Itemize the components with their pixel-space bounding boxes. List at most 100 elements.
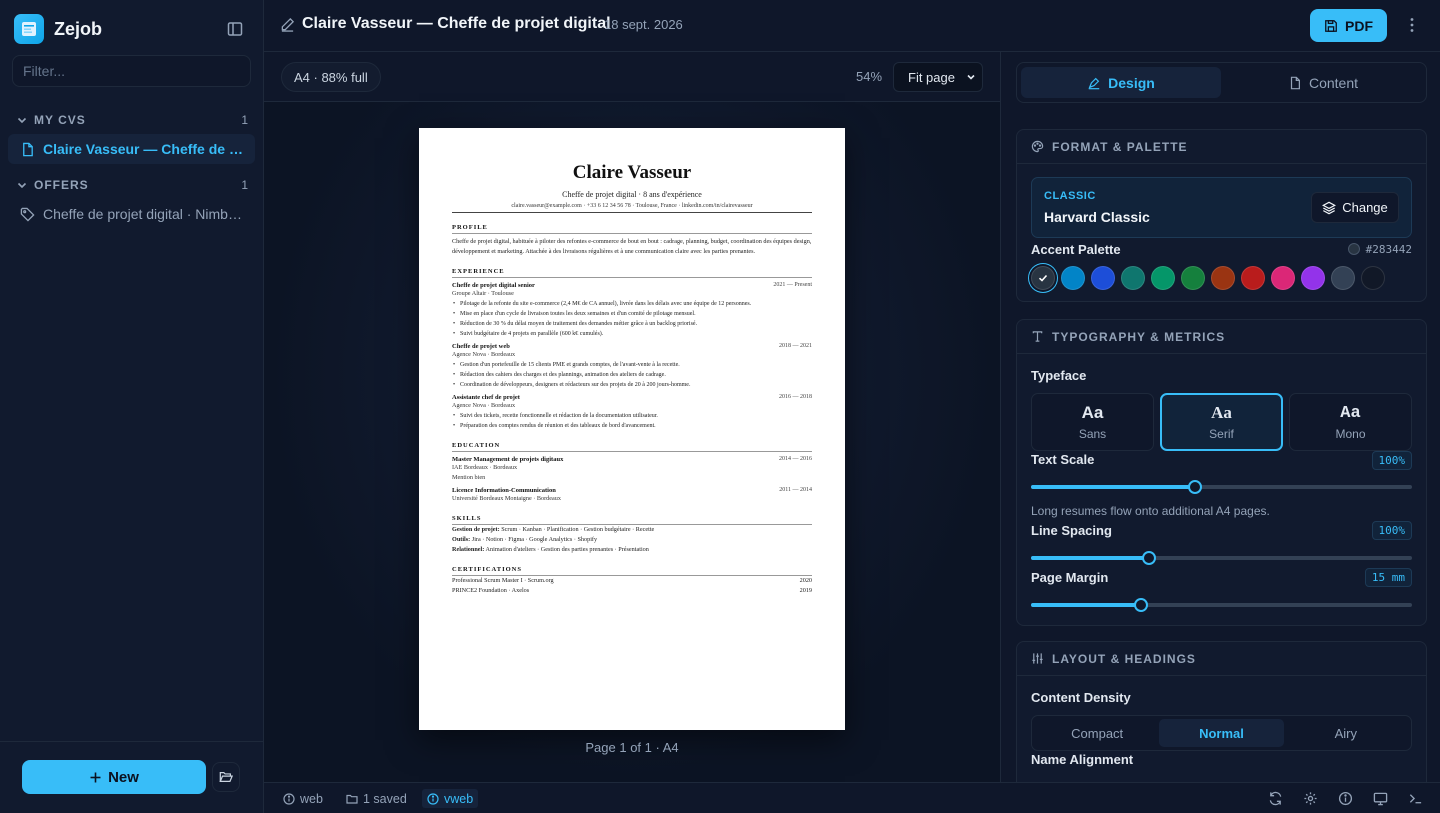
status-item-web[interactable]: web [278,789,328,808]
palette-pen-icon [1088,77,1100,89]
text-scale-slider[interactable] [1031,480,1412,494]
line-spacing-slider[interactable] [1031,551,1412,565]
save-icon [1325,19,1337,32]
card-header: FORMAT & PALETTE [1017,130,1426,164]
card-header: TYPOGRAPHY & METRICS [1017,320,1426,354]
document-title[interactable]: Claire Vasseur — Cheffe de projet digita… [302,15,611,33]
content-density-control: Compact Normal Airy [1031,715,1412,751]
typeface-option-serif[interactable]: Aa Serif [1160,393,1283,451]
section-my-cvs[interactable]: MY CVS 1 [16,110,248,130]
brand[interactable]: Zejob [14,14,102,44]
accent-swatch[interactable] [1031,266,1055,290]
slider-fill [1031,603,1142,607]
slider-fill [1031,556,1150,560]
accent-hex[interactable]: #283442 [1347,240,1412,258]
cv-job-org: Agence Nova · Bordeaux [452,402,516,409]
cv-job-header: Cheffe de projet web 2018 — 2021 [452,343,812,350]
new-cv-button[interactable]: New [22,760,206,794]
open-folder-button[interactable] [212,762,240,792]
status-label: 1 saved [363,791,407,806]
typeface-options: Aa Sans Aa Serif Aa Mono [1031,393,1412,451]
typeface-option-mono[interactable]: Aa Mono [1289,393,1412,451]
accent-swatch[interactable] [1061,266,1085,290]
typeface-name: Serif [1209,427,1234,441]
monitor-icon[interactable] [1373,791,1388,806]
cv-degree-note: Mention bien [452,474,486,481]
slider-handle[interactable] [1142,551,1157,565]
accent-color-dot [1347,243,1360,255]
offer-item-label: Cheffe de projet digital · Nimbus Digita… [43,206,248,222]
status-item-saved[interactable]: 1 saved [341,789,412,808]
sidebar: Zejob MY CVS 1 Claire Vasseur — Cheffe d… [0,0,264,813]
cv-skill-list: Animation d'ateliers · Gestion des parti… [485,546,649,553]
typeface-label: Typeface [1031,368,1087,383]
offer-item[interactable]: Cheffe de projet digital · Nimbus Digita… [8,199,255,229]
refresh-icon[interactable] [1268,791,1283,806]
accent-swatch[interactable] [1181,266,1205,290]
accent-swatch[interactable] [1301,266,1325,290]
format-palette-card: FORMAT & PALETTE CLASSIC Harvard Classic… [1016,129,1427,302]
tab-content[interactable]: Content [1223,67,1423,98]
page-margin-value[interactable]: 15 mm [1364,568,1412,587]
cv-degree: Licence Information-Communication [452,487,556,494]
settings-panel: Design Content FORMAT & PALETTE CLASSIC … [1000,52,1440,782]
name-alignment-label: Name Alignment [1031,752,1134,767]
info-icon[interactable] [1338,791,1353,806]
status-label: vweb [444,791,474,806]
accent-swatch[interactable] [1121,266,1145,290]
density-option-normal[interactable]: Normal [1159,719,1284,747]
accent-swatch[interactable] [1271,266,1295,290]
cv-item[interactable]: Claire Vasseur — Cheffe de projet digita… [8,134,255,164]
accent-swatch[interactable] [1091,266,1115,290]
accent-swatch[interactable] [1331,266,1355,290]
cv-item-label: Claire Vasseur — Cheffe de projet digita… [43,141,248,157]
tab-design[interactable]: Design [1021,67,1221,98]
line-spacing-value[interactable]: 100% [1371,521,1412,540]
tag-icon [20,207,35,222]
content-density-label: Content Density [1031,690,1131,705]
pencil-icon[interactable] [280,17,295,32]
cv-page[interactable]: Claire Vasseur Cheffe de projet digital … [419,128,845,730]
cv-section-title: CERTIFICATIONS [452,566,812,576]
cv-cert-year: 2019 [799,587,812,594]
line-spacing-label: Line Spacing [1031,523,1112,538]
card-title: LAYOUT & HEADINGS [1052,651,1196,666]
zoom-select[interactable]: Fit page [893,62,983,92]
slider-handle[interactable] [1134,598,1149,612]
cv-job-org: Agence Nova · Bordeaux [452,351,516,358]
section-label: OFFERS [34,178,89,192]
chevron-down-icon [17,182,27,189]
status-item-vweb[interactable]: vweb [422,789,479,808]
cv-school: IAE Bordeaux · Bordeaux [452,464,518,471]
accent-swatch[interactable] [1151,266,1175,290]
cv-bullet: Coordination de développeurs, designers … [452,380,812,390]
change-template-button[interactable]: Change [1311,192,1399,223]
page-fill-badge: A4 · 88% full [281,62,381,92]
template-selector[interactable]: CLASSIC Harvard Classic Change [1031,177,1412,238]
accent-palette-label: Accent Palette [1031,242,1121,257]
more-vertical-icon[interactable] [1404,16,1420,34]
folder-open-icon [219,772,233,782]
pdf-button-label: PDF [1345,17,1373,34]
filter-input[interactable] [12,55,251,87]
accent-swatch[interactable] [1241,266,1265,290]
accent-swatch[interactable] [1361,266,1385,290]
template-name: Harvard Classic [1044,209,1150,225]
terminal-icon[interactable] [1408,791,1423,806]
page-margin-slider[interactable] [1031,598,1412,612]
text-scale-value[interactable]: 100% [1371,451,1412,470]
export-pdf-button[interactable]: PDF [1310,9,1387,42]
accent-swatch[interactable] [1211,266,1235,290]
card-header: LAYOUT & HEADINGS [1017,642,1426,676]
settings-icon[interactable] [1303,791,1318,806]
status-label: web [300,791,323,806]
sidebar-toggle-icon[interactable] [226,20,244,38]
cv-name: Claire Vasseur [572,162,692,183]
typeface-option-sans[interactable]: Aa Sans [1031,393,1154,451]
typeface-name: Mono [1335,426,1366,441]
top-bar: Claire Vasseur — Cheffe de projet digita… [264,0,1440,52]
slider-handle[interactable] [1187,480,1202,494]
density-option-airy[interactable]: Airy [1284,719,1408,747]
density-option-compact[interactable]: Compact [1035,719,1159,747]
section-offers[interactable]: OFFERS 1 [16,175,248,195]
